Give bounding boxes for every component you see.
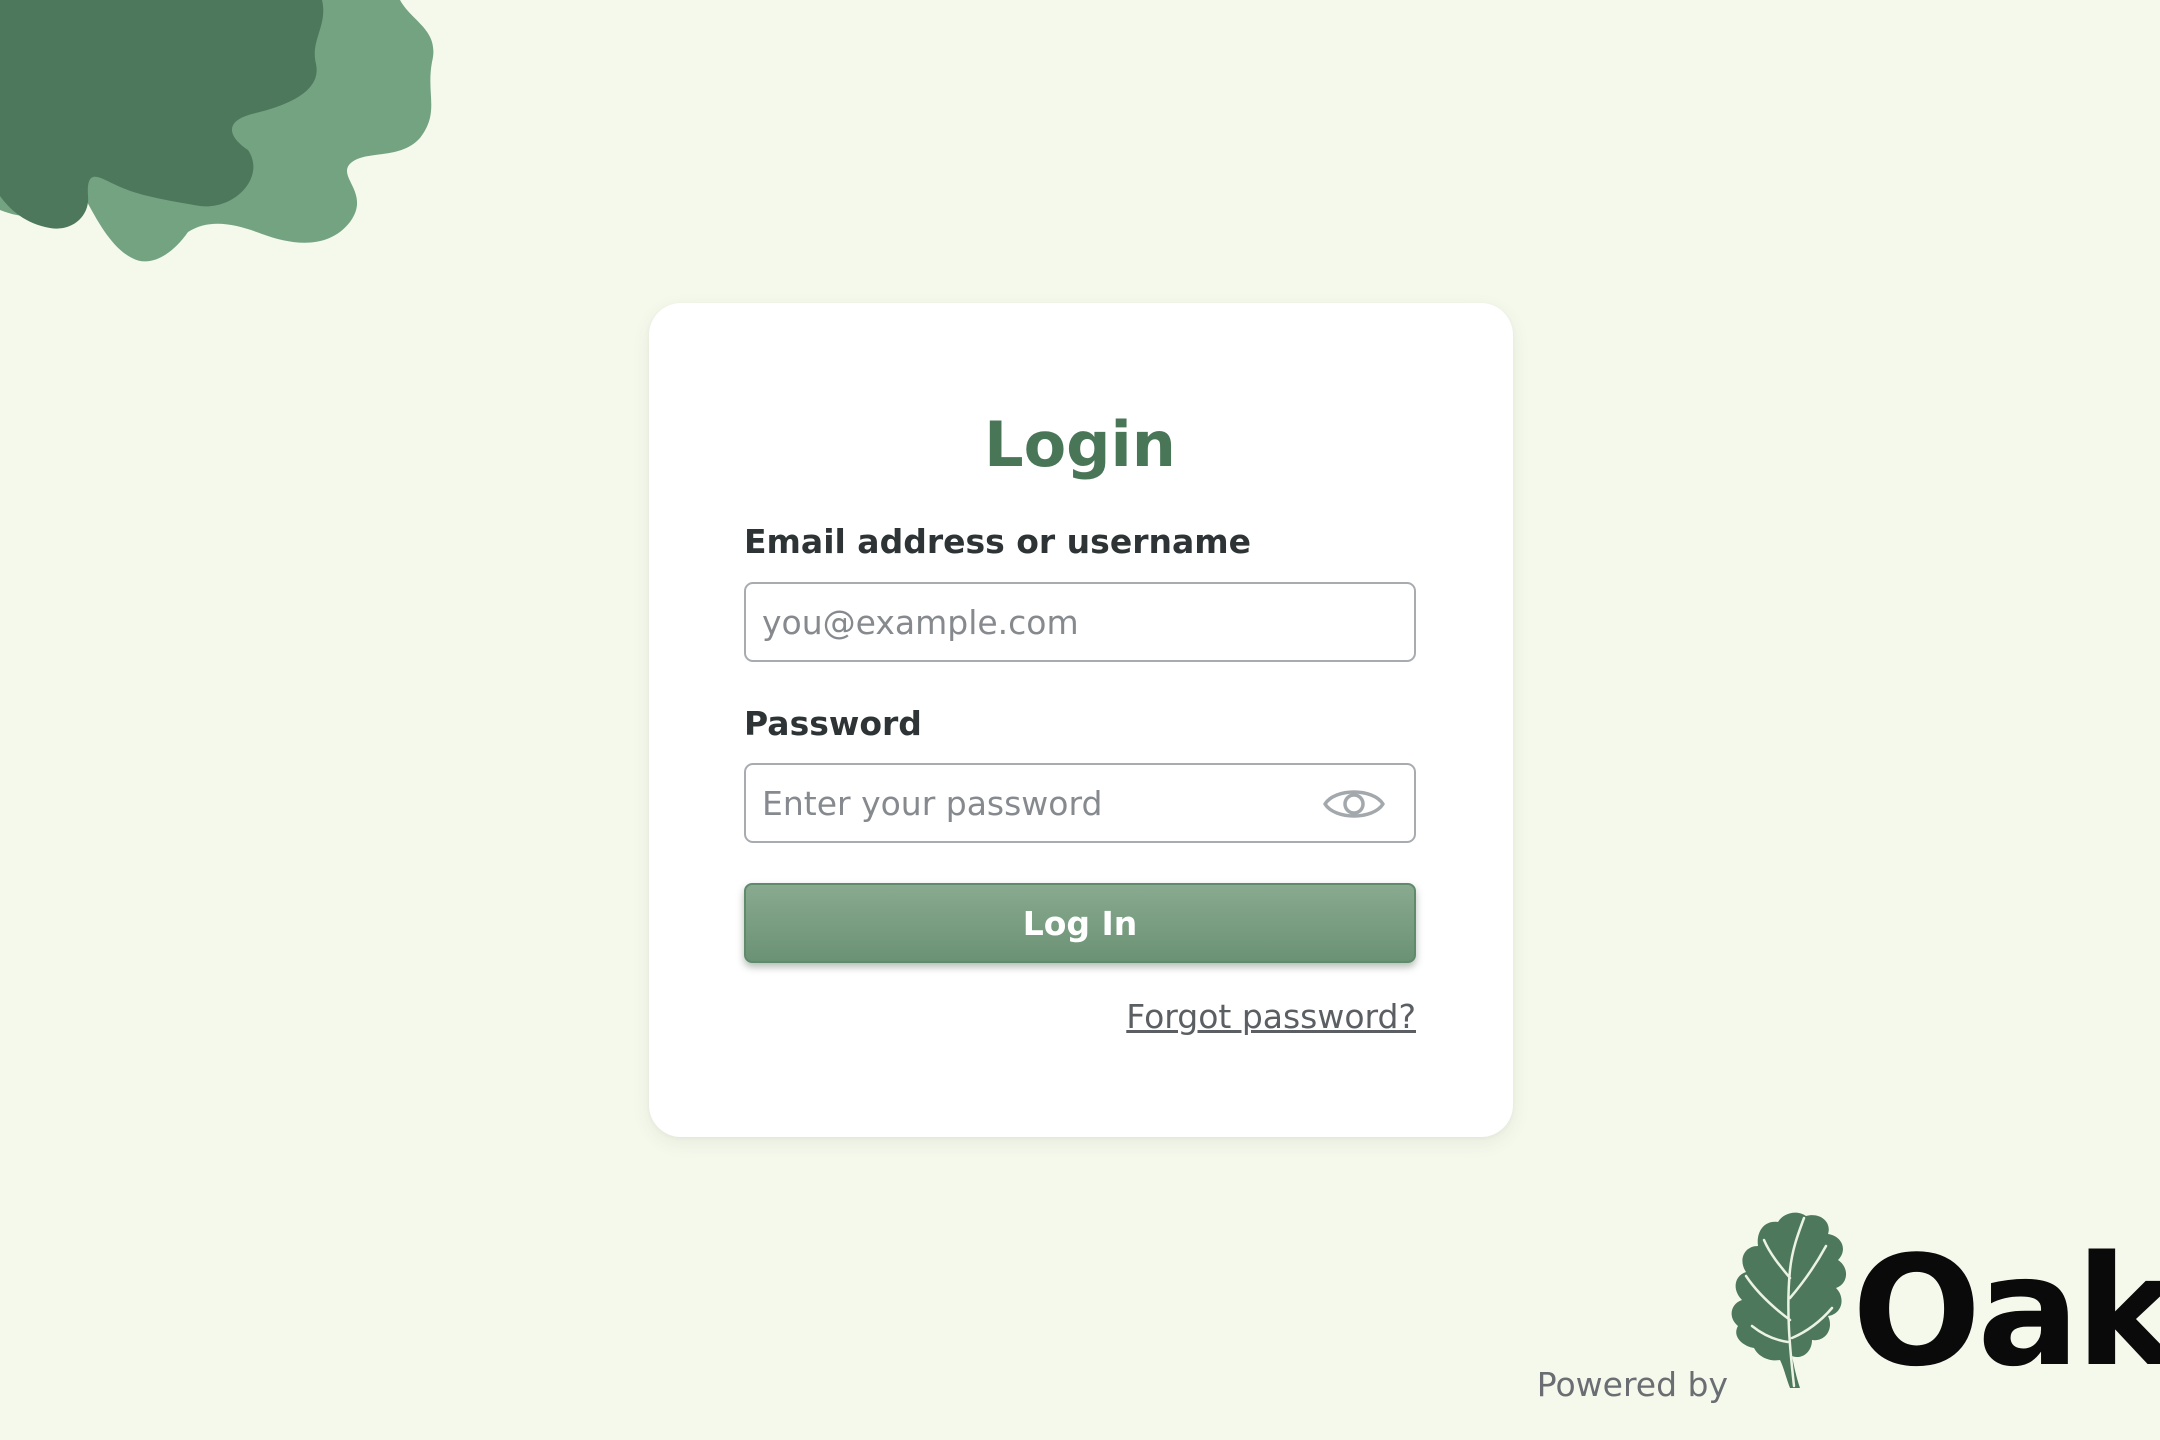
email-field-container: [744, 582, 1416, 662]
forgot-password-link[interactable]: Forgot password?: [1126, 992, 1416, 1042]
oak-leaf-icon: [1731, 1212, 1847, 1388]
login-title: Login: [984, 408, 1176, 481]
oak-wordmark: Oak: [1852, 1223, 2160, 1400]
powered-by-text: Powered by: [1536, 1365, 1728, 1404]
password-input[interactable]: [746, 765, 1414, 841]
password-label: Password: [744, 704, 922, 743]
decorative-blob: [0, 0, 434, 262]
eye-icon[interactable]: [1322, 783, 1386, 825]
login-button[interactable]: Log In: [744, 883, 1416, 963]
login-page: Login Email address or username Password…: [0, 0, 2160, 1440]
email-input[interactable]: [746, 584, 1414, 660]
email-label: Email address or username: [744, 522, 1252, 561]
password-field-container: [744, 763, 1416, 843]
